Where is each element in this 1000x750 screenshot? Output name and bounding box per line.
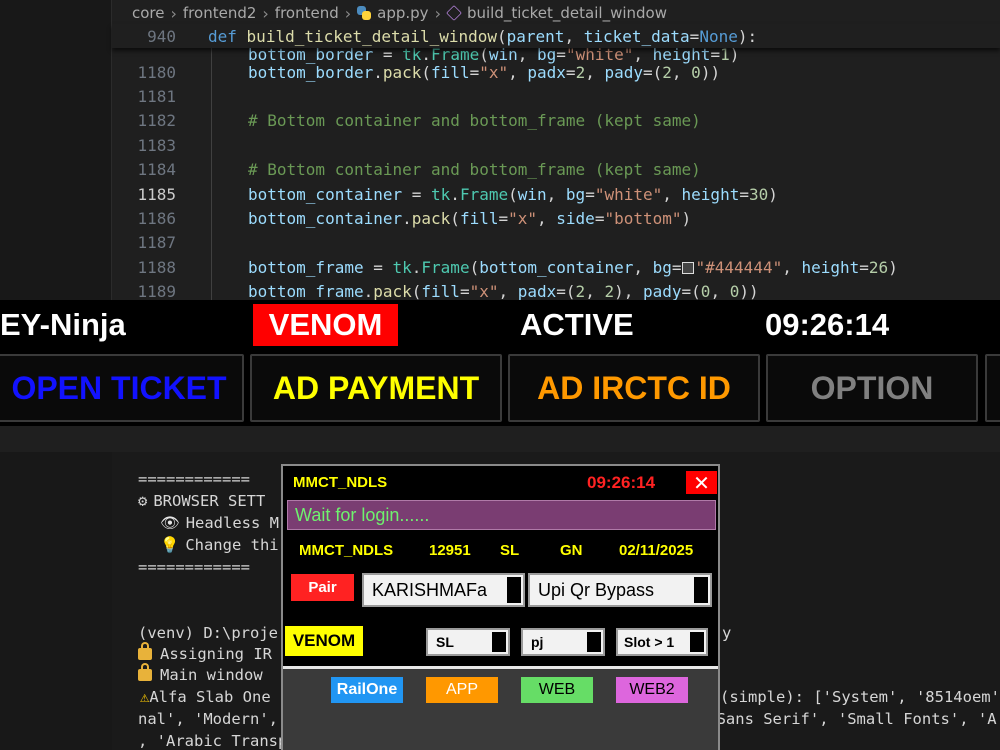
terminal-divider [0,426,1000,452]
terminal-line: ⚙ BROWSER SETT [138,492,266,510]
symbol-method-icon [446,5,462,21]
code-line: 1183 [112,133,248,157]
slot-select[interactable]: Slot > 1 [616,628,708,656]
line-number: 1187 [137,233,176,253]
main-button-row: OPEN TICKET AD PAYMENT AD IRCTC ID OPTIO… [0,350,1000,426]
sticky-scroll-header[interactable]: 940 def build_ticket_detail_window(paren… [112,24,1000,48]
payment-method-select[interactable]: Upi Qr Bypass [528,573,712,607]
line-number: 1185 [137,184,176,204]
open-ticket-button[interactable]: OPEN TICKET [0,354,244,422]
code-line: 1188 bottom_frame = tk.Frame(bottom_conta… [112,255,897,279]
ad-payment-button[interactable]: AD PAYMENT [250,354,502,422]
code-line: 1182 # Bottom container and bottom_frame … [112,109,700,133]
journey-date-label: 02/11/2025 [619,542,694,559]
code-line: 1180 bottom_border.pack(fill="x", padx=2,… [112,60,720,84]
route-label: MMCT_NDLS [299,542,394,559]
dropdown-arrow-icon[interactable] [690,632,704,652]
venom-badge: VENOM [253,304,398,346]
terminal-line: 👁 Headless M [160,514,280,532]
class-select-value: SL [436,634,454,650]
breadcrumb-item-frontend[interactable]: frontend [275,4,339,22]
terminal-gutter [0,452,112,750]
line-number: 940 [147,26,176,46]
popup-clock: 09:26:14 [587,473,656,492]
chevron-right-icon: › [262,3,269,23]
web2-button[interactable]: WEB2 [616,677,688,703]
line-number: 1184 [137,160,176,180]
dropdown-arrow-icon[interactable] [694,577,708,603]
class-select[interactable]: SL [426,628,510,656]
chevron-right-icon: › [434,3,441,23]
line-number: 1180 [137,62,176,82]
lock-icon [138,642,152,660]
app-button[interactable]: APP [426,677,498,703]
pj-select-value: pj [531,634,544,650]
line-number: 1181 [137,86,176,106]
pair-button[interactable]: Pair [291,574,354,601]
line-number: 1186 [137,208,176,228]
breadcrumb: core › frontend2 › frontend › app.py › b… [132,2,667,24]
breadcrumb-item-frontend2[interactable]: frontend2 [183,4,256,22]
pj-select[interactable]: pj [521,628,605,656]
terminal-line: Assigning IR [138,642,272,665]
popup-bottom-bar: RailOne APP WEB WEB2 [283,669,718,750]
terminal-line: y [722,624,732,642]
chevron-right-icon: › [344,3,352,23]
user-id-select[interactable]: KARISHMAFa [362,573,525,607]
login-status-bar: Wait for login...... [287,500,716,530]
code-line: 1186 bottom_container.pack(fill="x", side… [112,206,691,230]
quota-label: GN [560,542,583,559]
terminal-separator: ============ [138,470,250,488]
user-id-value: KARISHMAFa [372,579,488,600]
lightbulb-icon: 💡 [160,536,180,554]
code-line: 1181 [112,84,248,108]
breadcrumb-item-function[interactable]: build_ticket_detail_window [467,4,667,22]
terminal-separator: ============ [138,558,250,576]
color-swatch-icon[interactable] [681,261,694,274]
ad-irctc-id-button[interactable]: AD IRCTC ID [508,354,760,422]
ticket-detail-popup[interactable]: MMCT_NDLS 09:26:14 ✕ Wait for login.....… [281,464,720,750]
clock-text: 09:26:14 [765,307,890,342]
dropdown-arrow-icon[interactable] [507,577,521,603]
code-line: 1185 bottom_container = tk.Frame(win, bg=… [112,182,777,206]
payment-method-value: Upi Qr Bypass [538,579,655,600]
line-number: 1189 [137,282,176,302]
breadcrumb-item-file[interactable]: app.py [377,4,428,22]
terminal-line: 💡 Change thi [160,536,279,554]
editor-gutter [0,0,112,300]
terminal-line: ⚠Alfa Slab One [140,688,271,706]
eye-icon: 👁 [160,514,180,532]
terminal-line: (venv) D:\proje [138,624,278,642]
option-button[interactable]: OPTION [766,354,978,422]
code-line: 1187 [112,231,248,255]
warning-icon: ⚠ [140,688,150,706]
web-button[interactable]: WEB [521,677,593,703]
terminal-line: Main window [138,663,263,686]
popup-title: MMCT_NDLS [293,474,388,491]
gear-icon: ⚙ [138,492,148,510]
brand-name: EY-Ninja [0,307,126,342]
breadcrumb-item-core[interactable]: core [132,4,165,22]
slot-select-value: Slot > 1 [624,634,675,650]
line-number: 1188 [137,257,176,277]
status-text: ACTIVE [520,307,634,342]
chevron-right-icon: › [170,3,177,23]
terminal-line: (simple): ['System', '8514oem', 'F [720,688,1000,706]
line-number: 1182 [137,111,176,131]
dropdown-arrow-icon[interactable] [492,632,506,652]
close-icon[interactable]: ✕ [686,471,717,495]
code-editor[interactable]: core › frontend2 › frontend › app.py › b… [0,0,1000,302]
line-number: 1183 [137,135,176,155]
app-header-bar: EY-Ninja VENOM ACTIVE 09:26:14 [0,300,1000,350]
railone-button[interactable]: RailOne [331,677,403,703]
train-number-label: 12951 [429,542,471,559]
class-label: SL [500,542,520,559]
lock-icon [138,663,152,681]
venom-label: VENOM [285,626,363,656]
dropdown-arrow-icon[interactable] [587,632,601,652]
partial-button[interactable] [985,354,1000,422]
python-file-icon [357,6,372,20]
code-line: 1184 # Bottom container and bottom_frame … [112,158,700,182]
